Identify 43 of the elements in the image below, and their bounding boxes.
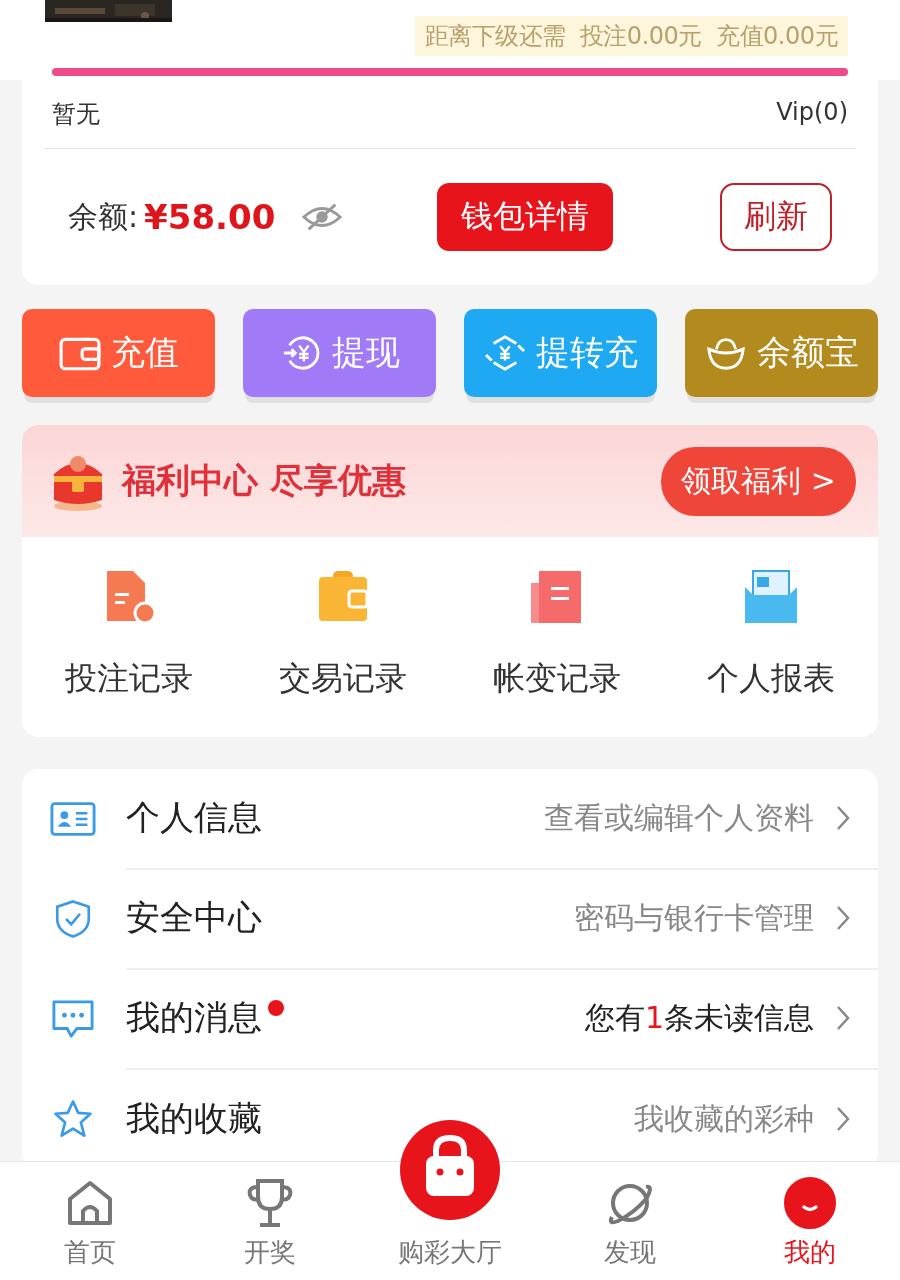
wallet-details-button[interactable]: 钱包详情 [437,183,614,251]
level-requirement-note: 距离下级还需 投注0.00元 充值0.00元 [414,16,848,56]
eye-slash-icon[interactable] [301,202,344,232]
menu-title: 个人信息 [126,796,262,839]
record-link[interactable]: 投注记录 [65,657,193,701]
menu-row[interactable]: 安全中心 密码与银行卡管理 [50,869,878,969]
menu-detail: 我收藏的彩种 [634,1099,814,1138]
menu-title: 我的消息 [126,996,262,1039]
smiley-icon [784,1177,836,1229]
menu-row[interactable]: 我的消息 您有1条未读信息 [50,969,878,1069]
tab[interactable]: 发现 [598,1177,662,1270]
chevron-right-icon [836,1106,850,1132]
chevron-right-icon [836,905,850,931]
menu-row[interactable]: 我的收藏 我收藏的彩种 [50,1069,878,1161]
menu-title: 我的收藏 [126,1097,262,1140]
action-button[interactable]: 余额宝 [685,309,878,397]
balance-label: 余额: [68,197,139,236]
menu-detail: 查看或编辑个人资料 [544,798,814,837]
chevron-right-icon [836,1005,850,1031]
chevron-right-icon [836,805,850,831]
vip-level: Vip(0) [776,98,848,128]
refresh-button[interactable]: 刷新 [720,183,832,251]
menu-detail: 密码与银行卡管理 [574,898,814,937]
record-link[interactable]: 个人报表 [707,657,835,701]
tab[interactable]: 我的 [778,1177,842,1270]
level-title: 暂无 [52,99,100,130]
record-link[interactable]: 交易记录 [279,657,407,701]
record-link[interactable]: 帐变记录 [493,657,621,701]
menu-detail: 您有1条未读信息 [584,998,814,1037]
claim-benefits-button[interactable]: 领取福利 > [661,446,856,516]
menu-title: 安全中心 [126,896,262,939]
balance-amount: ¥58.00 [144,197,276,237]
shopping-bag-button[interactable] [400,1120,500,1220]
yen-exchange-icon [483,334,526,372]
tab[interactable]: 购彩大厅 [392,1235,508,1270]
welfare-title: 福利中心 尽享优惠 [122,459,406,502]
action-button[interactable]: 提转充 [464,309,657,397]
action-button[interactable]: 充值 [22,309,215,397]
chat-bubble-icon [50,998,96,1040]
tab[interactable]: 首页 [58,1177,122,1270]
tab[interactable]: 开奖 [238,1177,302,1270]
menu-row[interactable]: 个人信息 查看或编辑个人资料 [50,769,878,869]
action-button[interactable]: 提现 [243,309,436,397]
